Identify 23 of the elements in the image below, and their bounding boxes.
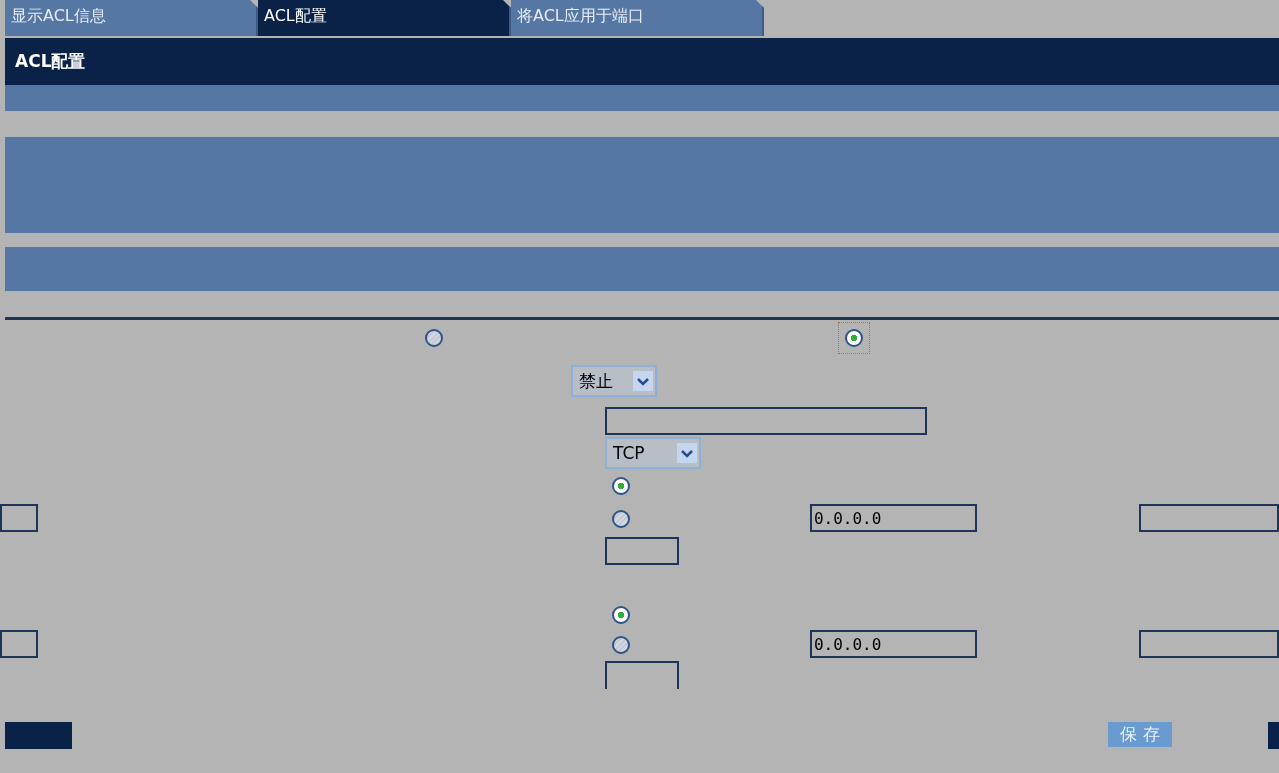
dropdown[interactable]: 禁止 <box>571 365 657 397</box>
tab[interactable]: 将ACL应用于端口 <box>511 0 764 36</box>
section-title: ACL配置 <box>15 50 87 73</box>
tab[interactable]: ACL配置 <box>258 0 511 36</box>
input-field[interactable] <box>0 504 38 532</box>
chevron-down-icon <box>677 442 697 464</box>
input-field[interactable] <box>1139 630 1279 658</box>
input-field[interactable] <box>0 630 38 658</box>
ip-address-field[interactable]: 0.0.0.0 <box>809 504 978 532</box>
chevron-down-icon <box>633 370 653 392</box>
radio-button[interactable] <box>845 329 863 347</box>
tab[interactable]: 显示ACL信息 <box>5 0 258 36</box>
input-field[interactable] <box>605 661 679 689</box>
radio-button[interactable] <box>611 635 630 654</box>
dropdown[interactable]: TCP <box>605 437 701 469</box>
ip-address-field[interactable]: 0.0.0.0 <box>809 630 978 658</box>
radio-button[interactable] <box>612 477 630 495</box>
input-field[interactable] <box>605 407 927 435</box>
radio-button[interactable] <box>611 509 630 528</box>
input-field[interactable] <box>1139 504 1279 532</box>
radio-button[interactable] <box>425 329 443 347</box>
radio-button[interactable] <box>612 606 630 624</box>
input-field[interactable] <box>605 537 679 565</box>
